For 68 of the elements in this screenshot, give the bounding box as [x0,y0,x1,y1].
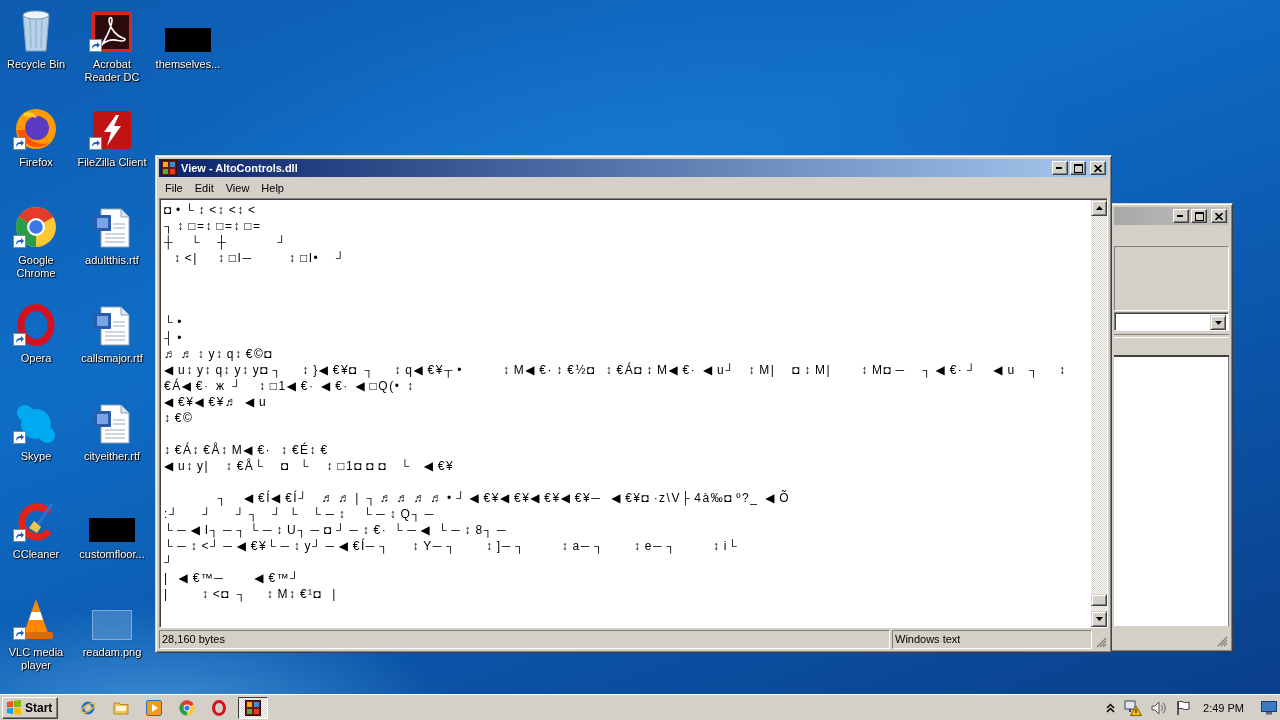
ring-icon[interactable] [17,304,55,346]
status-text: 28,160 bytes [159,630,890,649]
document-icon[interactable] [93,306,131,346]
scrollbar-thumb[interactable] [1091,594,1107,606]
dropdown-field[interactable] [1114,312,1229,331]
taskbar-button[interactable] [238,696,269,719]
icon-label[interactable]: CCleaner [0,548,74,561]
start-button[interactable]: Start [2,696,59,719]
close-icon [1215,212,1223,220]
globe-icon[interactable] [15,108,57,150]
menu-item[interactable]: View [219,180,256,195]
chevron-up-icon[interactable] [1106,702,1116,713]
monitor-icon[interactable] [1261,700,1277,715]
menu-item[interactable]: Help [255,180,290,195]
dropdown-button[interactable] [1210,315,1226,330]
icon-label[interactable]: Opera [0,352,74,365]
minimize-icon [1177,215,1185,217]
grid-app-icon [245,699,262,716]
maximize-icon [1194,211,1204,221]
icon-label[interactable]: Skype [0,450,74,463]
triangle-down-icon [1095,617,1103,621]
document-icon[interactable] [93,404,131,444]
network-warning-icon[interactable] [1124,699,1143,716]
speaker-icon[interactable] [1151,699,1168,716]
segmented-circle-icon[interactable] [179,699,196,716]
icon-label[interactable]: Acrobat Reader DC [74,58,150,84]
flag-logo-icon [6,700,22,715]
folder-icon[interactable] [113,699,130,716]
play-icon[interactable] [146,699,163,716]
icon-label[interactable]: VLC media player [0,646,74,672]
cloud-icon[interactable] [16,404,56,444]
icon-label[interactable]: cityeither.rtf [74,450,150,463]
menu-item[interactable]: Edit [188,180,220,195]
resize-grip-icon[interactable] [1096,637,1107,648]
icon-label[interactable]: FileZilla Client [74,156,150,169]
status-text: Windows text [892,630,1092,649]
icon-label[interactable]: Recycle Bin [0,58,74,71]
minimize-icon [1056,167,1064,169]
menu-item[interactable]: File [159,180,189,195]
resize-grip-icon[interactable] [1217,636,1228,647]
maximize-icon [1073,163,1083,173]
icon-label[interactable]: Google Chrome [0,254,74,280]
scroll-up-button[interactable] [1091,200,1107,216]
close-button[interactable] [1090,161,1106,175]
close-icon [1094,164,1102,172]
flag-icon[interactable] [1176,699,1191,716]
triangle-up-icon [1095,206,1103,210]
segmented-circle-icon[interactable] [15,206,57,248]
triangle-down-icon [1214,320,1222,325]
icon-label[interactable]: themselves... [150,58,226,71]
window-title: View - AltoControls.dll [181,162,298,174]
maximize-button[interactable] [1070,161,1086,175]
icon-label[interactable]: callsmajor.rtf [74,352,150,365]
icon-label[interactable]: customfloor... [74,548,150,561]
clock-text[interactable]: 2:49 PM [1203,701,1244,714]
file-text: ◘ • └ ↕ <↕ <↕ < ┐ ↕ □=↕ □=↕ □= ┼ └ ┼ ┘ ↕ <| ↕ □I─ ↕ □I• ┘ └ • ┤ • ♬ ♬ ↕ y↕ q↕ €©◘ ◀ u↕ y↕ q↕ y↕ y◘ ┐ ↕ }◀ €¥◘ ┐ ↕ q◀ €¥┬ • ↕ M◀ €· ↕ €½◘ ↕ €Á◘ ↕ M◀ €· ◀ u┘ ↕ M| ◘ ↕ M| ↕ M◘ ─ ┐ ◀ €· ┘ ◀ u ┐ ↕ €Á◀ €· ж ┘ ↕ □1◀ €· ◀ €· ◀ □Q(• ↕ ◀ €¥◀ €¥♬ ◀ u ↕ €© ↕ €Á↕ €Å↕ M◀ €· ↕ €É↕ € ◀ u↕ y| ↕ €Å└ ◘ └ ↕ □1◘ ◘ ◘ └ ◀ €¥ ┐ ◀ €Í◀ €Í┘ ♬ ♬ | ┐ ♬ ♬ ♬ ♬ • ┘ ◀ €¥◀ €¥◀ €¥◀ €¥─ ◀ €¥◘ ·z\V├ 4à‰◘ º?_ ◀ Õ :┘ ┘ ┘ ┐ ┘ └ └ ─ ↕ └ ─ ↕ Q┐ ─ └ ─ ◀ I┐ ─ ┐ └ ─ ↕ U┐ ─ ◘ ┘ ─ ↕ €· └ ─ ◀ └ ─ ↕ 8┐ ─ └ ─ ↕ <┘ ─ ◀ €¥└ ─ ↕ y┘ ─ ◀ €Í─ ┐ ↕ Y─ ┐ ↕ ]─ ┐ ↕ a─ ┐ ↕ e─ ┐ ↕ i└ ┘ | ◀ €™─ ◀ €™┘ | ↕ <◘ ┐ ↕ M↕ €¹◘ | [164,202,1067,602]
icon-label[interactable]: adultthis.rtf [74,254,150,267]
swirl-tile-icon[interactable] [92,12,132,52]
scroll-down-button[interactable] [1091,611,1107,627]
icon-label[interactable]: readam.png [74,646,150,659]
grid-app-icon[interactable] [161,160,177,176]
arc-brush-icon[interactable] [16,502,56,542]
ring-icon[interactable] [212,699,227,716]
lightning-tile-icon[interactable] [92,110,132,150]
document-icon[interactable] [93,208,131,248]
orbit-ring-icon[interactable] [80,699,97,716]
minimize-button[interactable] [1052,161,1068,175]
icon-label[interactable]: Firefox [0,156,74,169]
